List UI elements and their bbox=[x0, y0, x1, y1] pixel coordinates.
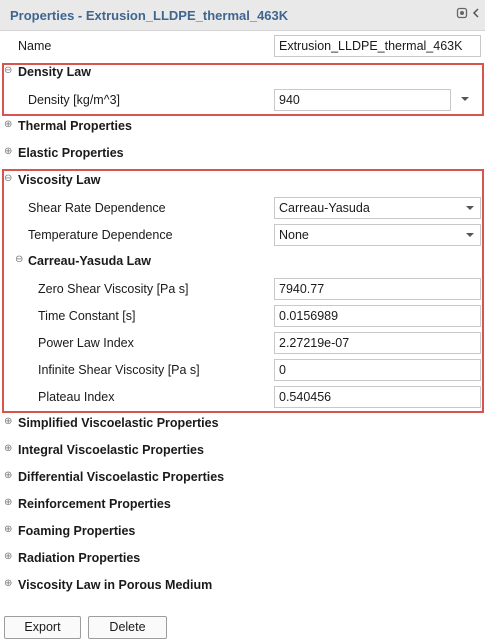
name-input[interactable]: Extrusion_LLDPE_thermal_463K bbox=[274, 35, 481, 57]
collapse-icon[interactable]: ⊖ bbox=[4, 66, 13, 76]
expand-icon[interactable]: ⊕ bbox=[4, 471, 13, 481]
power-law-index-input[interactable]: 2.27219e-07 bbox=[274, 332, 481, 354]
param-row: Infinite Shear Viscosity [Pa s] 0 bbox=[0, 357, 485, 384]
time-constant-input[interactable]: 0.0156989 bbox=[274, 305, 481, 327]
density-row: Density [kg/m^3] 940 bbox=[0, 87, 485, 114]
section-foaming[interactable]: ⊕ Foaming Properties bbox=[0, 519, 485, 546]
delete-button[interactable]: Delete bbox=[88, 616, 167, 639]
name-label: Name bbox=[18, 39, 52, 53]
collapse-icon[interactable]: ⊖ bbox=[15, 255, 24, 265]
panel-title-bar: Properties - Extrusion_LLDPE_thermal_463… bbox=[0, 0, 485, 31]
infinite-shear-viscosity-input[interactable]: 0 bbox=[274, 359, 481, 381]
param-label: Power Law Index bbox=[38, 336, 134, 350]
expand-icon[interactable]: ⊕ bbox=[4, 552, 13, 562]
dropdown-arrow-icon[interactable] bbox=[466, 206, 474, 210]
section-label: Integral Viscoelastic Properties bbox=[18, 443, 204, 457]
section-reinforcement[interactable]: ⊕ Reinforcement Properties bbox=[0, 492, 485, 519]
section-label: Viscosity Law bbox=[18, 173, 101, 187]
panel-title: Properties - Extrusion_LLDPE_thermal_463… bbox=[10, 8, 289, 23]
temperature-select[interactable]: None bbox=[274, 224, 481, 246]
subsection-carreau-yasuda[interactable]: ⊖ Carreau-Yasuda Law bbox=[0, 249, 485, 276]
name-row: Name Extrusion_LLDPE_thermal_463K bbox=[0, 33, 485, 60]
expand-icon[interactable]: ⊕ bbox=[4, 147, 13, 157]
section-simplified-viscoelastic[interactable]: ⊕ Simplified Viscoelastic Properties bbox=[0, 411, 485, 438]
section-label: Reinforcement Properties bbox=[18, 497, 171, 511]
param-row: Time Constant [s] 0.0156989 bbox=[0, 303, 485, 330]
shear-rate-row: Shear Rate Dependence Carreau-Yasuda bbox=[0, 195, 485, 222]
expand-icon[interactable]: ⊕ bbox=[4, 525, 13, 535]
density-input[interactable]: 940 bbox=[274, 89, 451, 111]
section-label: Viscosity Law in Porous Medium bbox=[18, 578, 213, 592]
section-label: Simplified Viscoelastic Properties bbox=[18, 416, 219, 430]
section-label: Thermal Properties bbox=[18, 119, 132, 133]
zero-shear-viscosity-input[interactable]: 7940.77 bbox=[274, 278, 481, 300]
param-label: Infinite Shear Viscosity [Pa s] bbox=[38, 363, 200, 377]
section-elastic-properties[interactable]: ⊕ Elastic Properties bbox=[0, 141, 485, 168]
plateau-index-input[interactable]: 0.540456 bbox=[274, 386, 481, 408]
pin-icon[interactable] bbox=[455, 7, 469, 21]
section-viscosity-porous[interactable]: ⊕ Viscosity Law in Porous Medium bbox=[0, 573, 485, 600]
export-button[interactable]: Export bbox=[4, 616, 81, 639]
density-label: Density [kg/m^3] bbox=[28, 93, 121, 107]
temperature-label: Temperature Dependence bbox=[28, 228, 173, 242]
param-row: Power Law Index 2.27219e-07 bbox=[0, 330, 485, 357]
section-integral-viscoelastic[interactable]: ⊕ Integral Viscoelastic Properties bbox=[0, 438, 485, 465]
section-label: Differential Viscoelastic Properties bbox=[18, 470, 225, 484]
dropdown-arrow-icon[interactable] bbox=[461, 97, 469, 101]
param-row: Zero Shear Viscosity [Pa s] 7940.77 bbox=[0, 276, 485, 303]
shear-rate-select[interactable]: Carreau-Yasuda bbox=[274, 197, 481, 219]
section-label: Density Law bbox=[18, 65, 91, 79]
param-row: Plateau Index 0.540456 bbox=[0, 384, 485, 411]
section-density-law[interactable]: ⊖ Density Law bbox=[0, 60, 485, 87]
section-radiation[interactable]: ⊕ Radiation Properties bbox=[0, 546, 485, 573]
shear-rate-label: Shear Rate Dependence bbox=[28, 201, 166, 215]
param-label: Zero Shear Viscosity [Pa s] bbox=[38, 282, 189, 296]
section-label: Radiation Properties bbox=[18, 551, 141, 565]
section-differential-viscoelastic[interactable]: ⊕ Differential Viscoelastic Properties bbox=[0, 465, 485, 492]
expand-icon[interactable]: ⊕ bbox=[4, 444, 13, 454]
param-label: Time Constant [s] bbox=[38, 309, 136, 323]
subsection-label: Carreau-Yasuda Law bbox=[28, 254, 151, 268]
section-thermal-properties[interactable]: ⊕ Thermal Properties bbox=[0, 114, 485, 141]
expand-icon[interactable]: ⊕ bbox=[4, 498, 13, 508]
collapse-icon[interactable]: ⊖ bbox=[4, 174, 13, 184]
expand-icon[interactable]: ⊕ bbox=[4, 579, 13, 589]
temperature-row: Temperature Dependence None bbox=[0, 222, 485, 249]
section-label: Elastic Properties bbox=[18, 146, 124, 160]
expand-icon[interactable]: ⊕ bbox=[4, 417, 13, 427]
collapse-arrow-icon[interactable] bbox=[469, 7, 483, 21]
dropdown-arrow-icon[interactable] bbox=[466, 233, 474, 237]
section-label: Foaming Properties bbox=[18, 524, 136, 538]
param-label: Plateau Index bbox=[38, 390, 115, 404]
expand-icon[interactable]: ⊕ bbox=[4, 120, 13, 130]
section-viscosity-law[interactable]: ⊖ Viscosity Law bbox=[0, 168, 485, 195]
